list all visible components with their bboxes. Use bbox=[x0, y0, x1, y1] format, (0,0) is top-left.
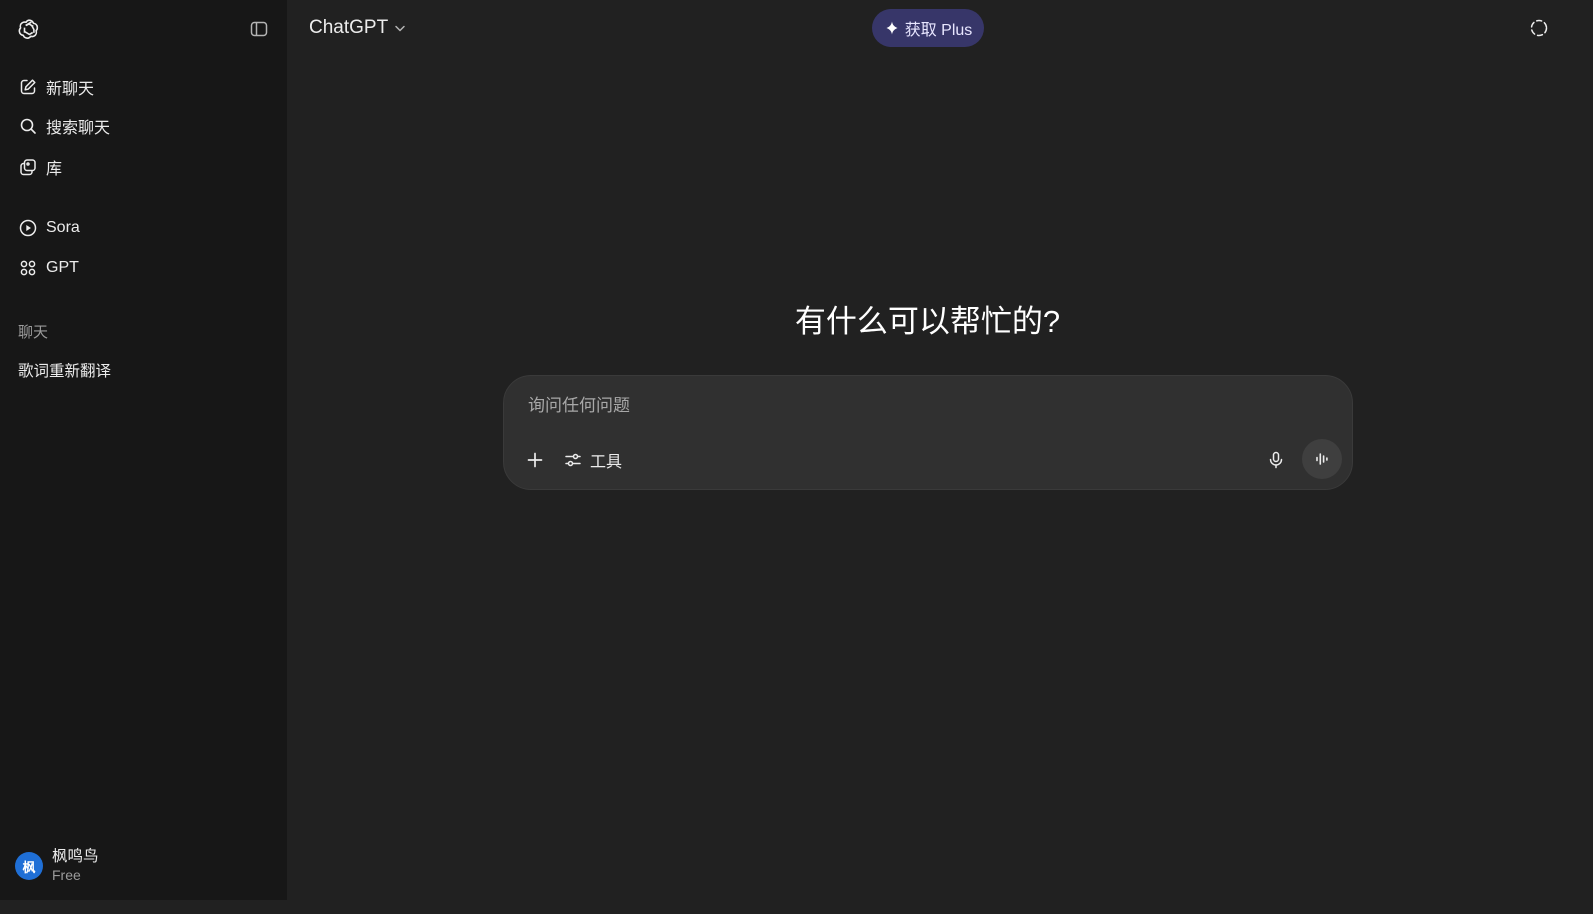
user-name: 枫鸣鸟 bbox=[52, 848, 99, 865]
main-area: ChatGPT 获取 Plus 有什么可以帮忙的? 询问任何问题 工具 bbox=[287, 0, 1568, 900]
nav-label: 库 bbox=[46, 161, 63, 178]
chat-title: 歌词重新翻译 bbox=[18, 363, 112, 380]
attach-button[interactable] bbox=[518, 443, 552, 477]
nav-new-chat[interactable]: 新聊天 bbox=[8, 69, 279, 105]
model-name: ChatGPT bbox=[309, 17, 389, 38]
waveform-icon bbox=[1316, 453, 1328, 465]
section-label-chats: 聊天 bbox=[18, 324, 49, 341]
user-plan: Free bbox=[52, 867, 81, 883]
sidebar: 新聊天 搜索聊天 库 Sora GPT 聊天 歌词重新翻译 枫 枫鸣鸟 Free bbox=[0, 0, 287, 900]
voice-mode-button[interactable] bbox=[1302, 439, 1342, 479]
dictate-button[interactable] bbox=[1259, 443, 1293, 477]
nav-library[interactable]: 库 bbox=[8, 149, 279, 185]
nav-search-chats[interactable]: 搜索聊天 bbox=[8, 108, 279, 144]
get-plus-label: 获取 Plus bbox=[904, 22, 973, 39]
user-info: 枫鸣鸟 Free bbox=[52, 848, 99, 884]
plus-icon bbox=[527, 452, 543, 468]
search-icon bbox=[18, 116, 38, 136]
nav-label: GPT bbox=[46, 259, 79, 276]
chat-history-item[interactable]: 歌词重新翻译 bbox=[8, 352, 279, 388]
avatar: 枫 bbox=[15, 852, 43, 880]
microphone-icon bbox=[1269, 451, 1283, 469]
composer: 工具 bbox=[503, 375, 1353, 490]
grid-icon bbox=[18, 258, 38, 278]
sliders-icon bbox=[565, 453, 581, 467]
nav-label: 新聊天 bbox=[46, 81, 95, 98]
app-window: 新聊天 搜索聊天 库 Sora GPT 聊天 歌词重新翻译 枫 枫鸣鸟 Free… bbox=[0, 0, 1568, 900]
temporary-chat-icon[interactable] bbox=[1523, 12, 1555, 44]
nav-gpt[interactable]: GPT bbox=[8, 250, 279, 286]
tools-label: 工具 bbox=[590, 454, 623, 471]
play-circle-icon bbox=[18, 218, 38, 238]
compose-icon bbox=[18, 77, 38, 97]
user-profile[interactable]: 枫 枫鸣鸟 Free bbox=[8, 840, 279, 892]
tools-button[interactable]: 工具 bbox=[556, 443, 630, 477]
nav-label: 搜索聊天 bbox=[46, 120, 111, 137]
get-plus-button[interactable]: 获取 Plus bbox=[872, 9, 984, 47]
page-title: 有什么可以帮忙的? bbox=[794, 304, 1061, 339]
sparkle-icon bbox=[886, 21, 898, 35]
model-selector[interactable]: ChatGPT bbox=[301, 10, 415, 46]
library-icon bbox=[18, 157, 38, 177]
sidebar-toggle-icon[interactable] bbox=[243, 13, 275, 45]
openai-logo-icon[interactable] bbox=[13, 13, 45, 45]
nav-sora[interactable]: Sora bbox=[8, 210, 279, 246]
chevron-down-icon bbox=[395, 25, 405, 32]
nav-label: Sora bbox=[46, 219, 80, 236]
prompt-input[interactable] bbox=[526, 392, 1250, 420]
